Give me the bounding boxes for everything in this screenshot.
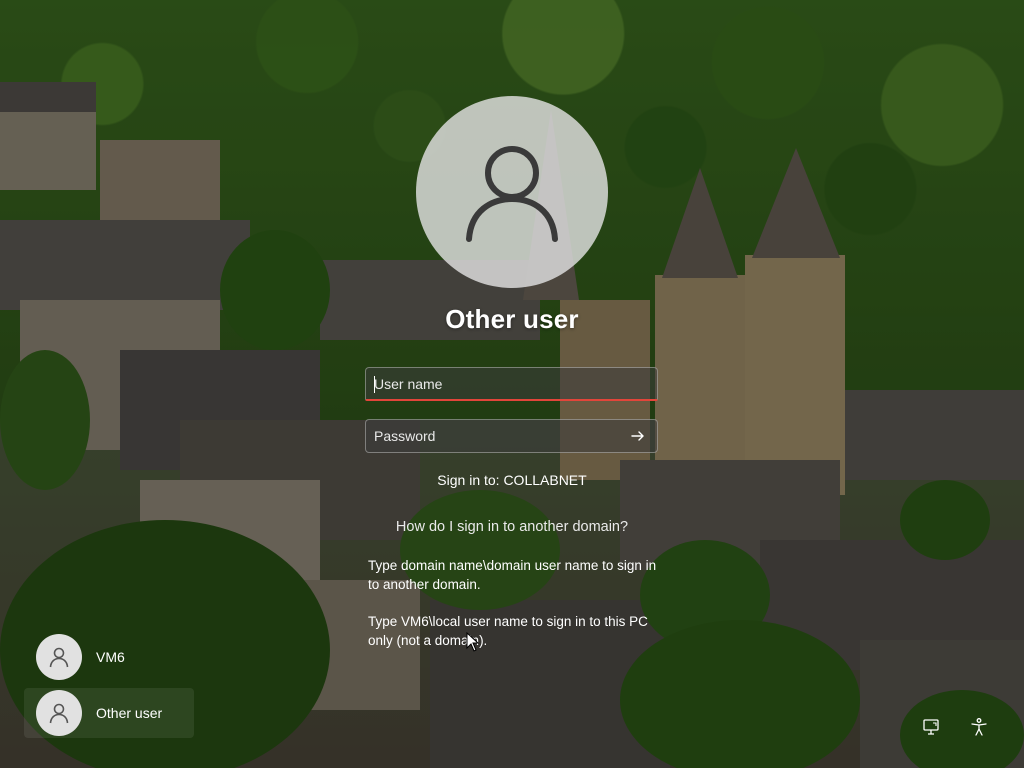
local-help-text: Type VM6\local user name to sign in to t… xyxy=(368,614,648,648)
page-title: Other user xyxy=(445,304,579,334)
text-caret xyxy=(374,376,375,393)
user-avatar-icon xyxy=(49,703,69,724)
another-domain-help-link[interactable]: How do I sign in to another domain? xyxy=(0,519,1024,535)
submit-button[interactable] xyxy=(627,425,649,447)
user-tile-vm6[interactable]: VM6 xyxy=(24,632,194,682)
username-field[interactable] xyxy=(365,367,658,401)
network-button[interactable] xyxy=(920,716,942,738)
sign-in-domain-label: Sign in to: COLLABNET xyxy=(437,472,587,488)
password-input[interactable] xyxy=(374,428,627,444)
mouse-pointer-icon xyxy=(466,632,480,652)
arrow-right-icon xyxy=(631,431,644,441)
accessibility-button[interactable] xyxy=(968,716,990,738)
user-tile-label: Other user xyxy=(96,705,163,721)
user-tile-label: VM6 xyxy=(96,649,125,665)
accessibility-icon xyxy=(971,718,987,736)
user-avatar-icon xyxy=(466,146,558,242)
user-avatar-icon xyxy=(49,647,69,668)
network-icon xyxy=(923,719,939,735)
domain-help-text: Type domain name\domain user name to sig… xyxy=(368,558,657,592)
username-input[interactable] xyxy=(374,375,649,392)
avatar xyxy=(36,634,82,680)
user-avatar-large xyxy=(416,96,608,288)
avatar xyxy=(36,690,82,736)
password-field[interactable] xyxy=(365,419,658,453)
user-tile-other-user[interactable]: Other user xyxy=(24,688,194,738)
